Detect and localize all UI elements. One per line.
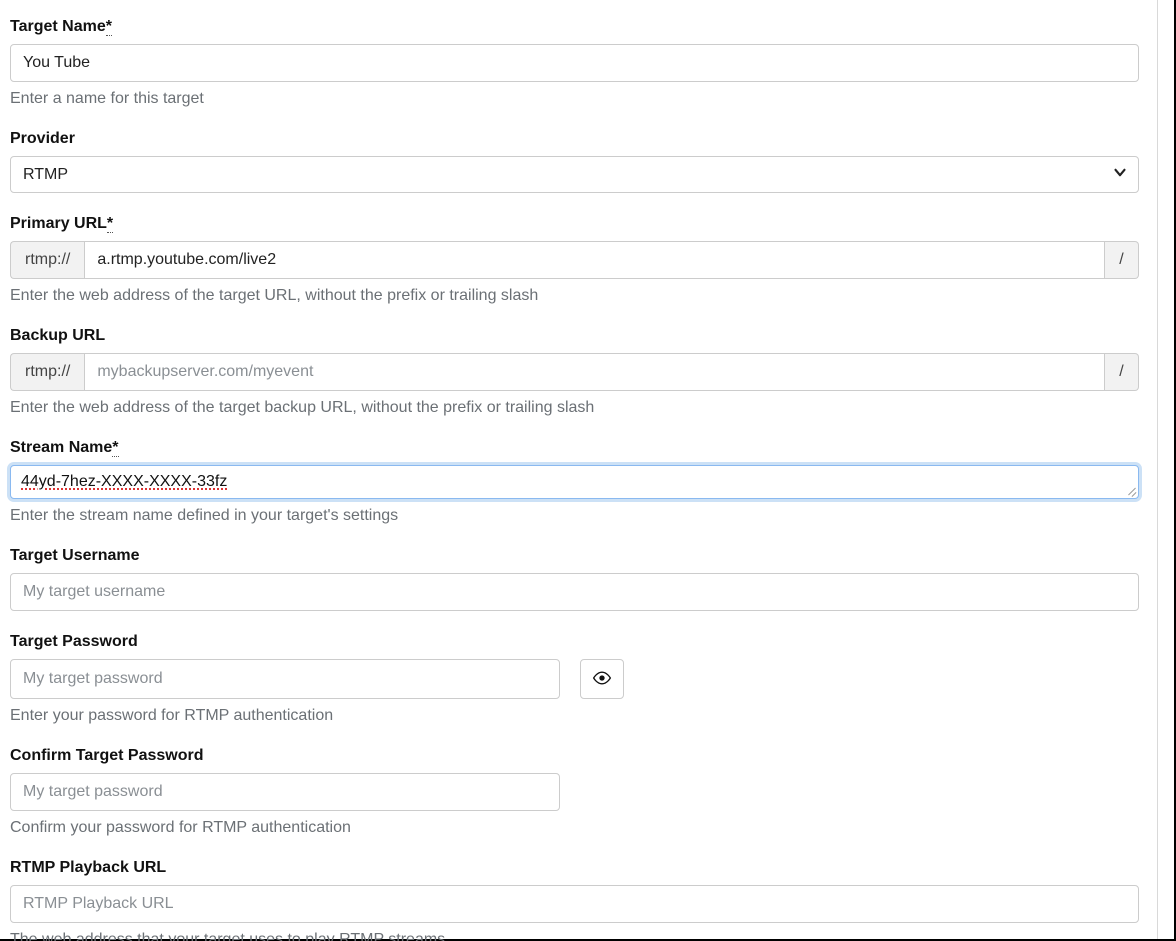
form-panel: Target Name* Enter a name for this targe…	[0, 0, 1176, 941]
target-password-row	[10, 659, 1139, 699]
required-marker: *	[107, 215, 113, 233]
primary-url-input[interactable]	[84, 241, 1105, 279]
target-name-label: Target Name*	[10, 18, 1139, 36]
form-body: Target Name* Enter a name for this targe…	[0, 0, 1158, 939]
primary-url-label: Primary URL*	[10, 215, 1139, 233]
label-text: Stream Name	[10, 439, 112, 456]
target-username-label: Target Username	[10, 547, 1139, 565]
field-target-name: Target Name* Enter a name for this targe…	[10, 18, 1139, 108]
eye-icon	[592, 671, 612, 688]
primary-url-help: Enter the web address of the target URL,…	[10, 287, 1139, 305]
field-target-password: Target Password Enter your password for …	[10, 633, 1139, 725]
backup-url-group: rtmp:// /	[10, 353, 1139, 391]
target-name-help: Enter a name for this target	[10, 90, 1139, 108]
provider-label: Provider	[10, 130, 1139, 148]
confirm-password-input[interactable]	[10, 773, 560, 811]
field-playback-url: RTMP Playback URL The web address that y…	[10, 859, 1139, 941]
target-password-input[interactable]	[10, 659, 560, 699]
provider-select-wrap: RTMP	[10, 156, 1139, 193]
required-marker: *	[112, 439, 118, 457]
field-backup-url: Backup URL rtmp:// / Enter the web addre…	[10, 327, 1139, 417]
target-name-input[interactable]	[10, 44, 1139, 82]
backup-url-label: Backup URL	[10, 327, 1139, 345]
field-provider: Provider RTMP	[10, 130, 1139, 193]
backup-url-suffix: /	[1105, 353, 1139, 391]
required-marker: *	[106, 18, 112, 36]
confirm-password-help: Confirm your password for RTMP authentic…	[10, 819, 1139, 837]
backup-url-input[interactable]	[84, 353, 1105, 391]
provider-select[interactable]: RTMP	[10, 156, 1139, 193]
primary-url-group: rtmp:// /	[10, 241, 1139, 279]
playback-url-help: The web address that your target uses to…	[10, 931, 1139, 941]
confirm-password-label: Confirm Target Password	[10, 747, 1139, 765]
field-primary-url: Primary URL* rtmp:// / Enter the web add…	[10, 215, 1139, 305]
label-text: Primary URL	[10, 215, 107, 232]
primary-url-prefix: rtmp://	[10, 241, 84, 279]
target-password-label: Target Password	[10, 633, 1139, 651]
stream-name-input[interactable]: 44yd-7hez-XXXX-XXXX-33fz	[10, 465, 1139, 499]
playback-url-input[interactable]	[10, 885, 1139, 923]
resize-handle-icon	[1124, 484, 1136, 496]
stream-name-label: Stream Name*	[10, 439, 1139, 457]
backup-url-prefix: rtmp://	[10, 353, 84, 391]
target-username-input[interactable]	[10, 573, 1139, 611]
primary-url-suffix: /	[1105, 241, 1139, 279]
field-target-username: Target Username	[10, 547, 1139, 611]
field-stream-name: Stream Name* 44yd-7hez-XXXX-XXXX-33fz En…	[10, 439, 1139, 525]
backup-url-help: Enter the web address of the target back…	[10, 399, 1139, 417]
stream-name-value: 44yd-7hez-XXXX-XXXX-33fz	[21, 473, 227, 490]
stream-name-help: Enter the stream name defined in your ta…	[10, 507, 1139, 525]
target-password-help: Enter your password for RTMP authenticat…	[10, 707, 1139, 725]
toggle-password-visibility-button[interactable]	[580, 659, 624, 699]
playback-url-label: RTMP Playback URL	[10, 859, 1139, 877]
label-text: Target Name	[10, 18, 106, 35]
field-confirm-password: Confirm Target Password Confirm your pas…	[10, 747, 1139, 837]
